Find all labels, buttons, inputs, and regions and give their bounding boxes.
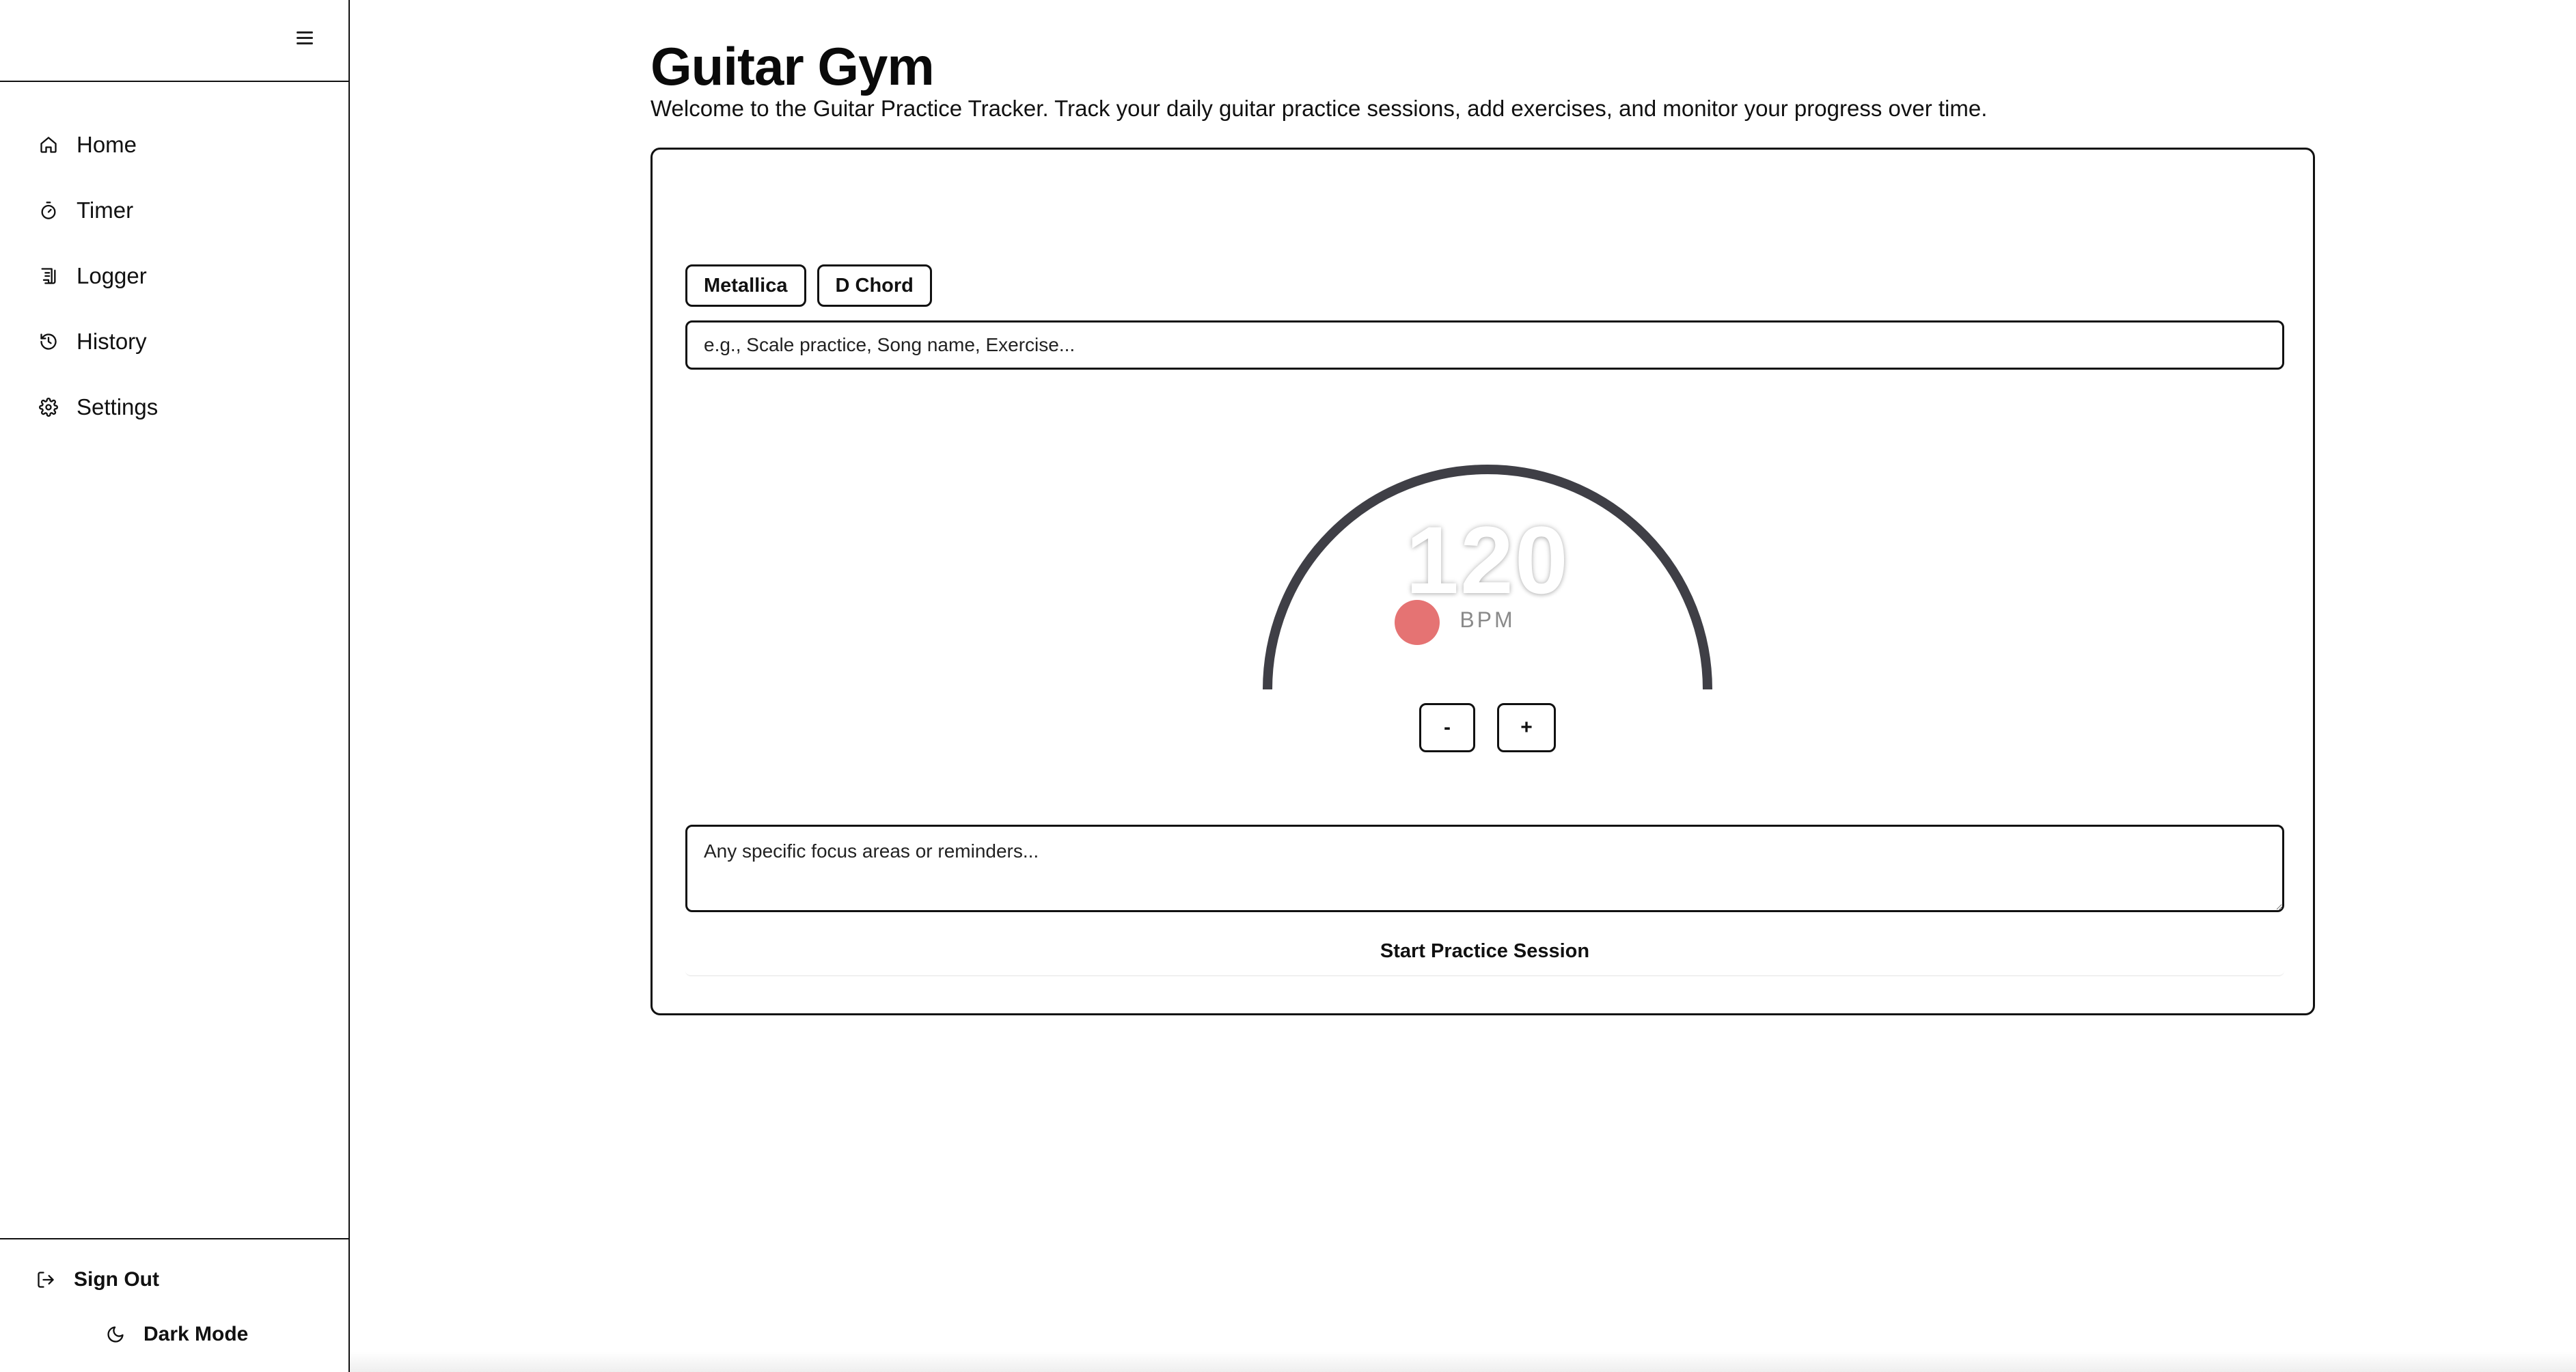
sidebar-item-label: Logger [77, 263, 147, 288]
dark-mode-toggle[interactable]: Dark Mode [105, 1323, 248, 1346]
bpm-value: 120 [1406, 506, 1570, 614]
exercise-input[interactable] [685, 320, 2284, 370]
sidebar-item-label: History [77, 329, 147, 354]
sidebar-footer: Sign Out Dark Mode [0, 1238, 348, 1372]
start-practice-button[interactable]: Start Practice Session [685, 927, 2284, 976]
tempo-stepper: - + [1419, 703, 1556, 752]
sidebar-item-timer[interactable]: Timer [0, 178, 348, 243]
sidebar-item-home[interactable]: Home [0, 112, 348, 178]
sign-out-label: Sign Out [74, 1268, 159, 1291]
gear-icon [38, 397, 59, 417]
tag-d-chord[interactable]: D Chord [817, 264, 932, 307]
page-description: Welcome to the Guitar Practice Tracker. … [650, 96, 1988, 121]
tag-metallica[interactable]: Metallica [685, 264, 806, 307]
sidebar-item-history[interactable]: History [0, 309, 348, 374]
sidebar-item-label: Timer [77, 197, 134, 223]
scroll-icon [38, 266, 59, 286]
tempo-dial[interactable]: 120 BPM [1255, 443, 1720, 696]
page-title: Guitar Gym [650, 36, 935, 96]
history-icon [38, 331, 59, 352]
bottom-shadow [350, 1352, 2576, 1372]
increment-button[interactable]: + [1497, 703, 1556, 752]
decrement-button[interactable]: - [1419, 703, 1475, 752]
dark-mode-label: Dark Mode [143, 1323, 249, 1345]
hamburger-icon[interactable] [297, 27, 317, 48]
sidebar-item-logger[interactable]: Logger [0, 243, 348, 309]
notes-textarea[interactable] [685, 825, 2284, 912]
sidebar-item-settings[interactable]: Settings [0, 374, 348, 440]
moon-icon [105, 1324, 126, 1345]
sidebar-header [0, 0, 348, 82]
sidebar-item-label: Settings [77, 394, 159, 420]
exercise-tags: Metallica D Chord [685, 264, 932, 307]
sidebar: Home Timer Logger History Settings Sign … [0, 0, 350, 1372]
sign-out-button[interactable]: Sign Out [36, 1268, 159, 1291]
home-icon [38, 135, 59, 155]
bpm-unit: BPM [1460, 607, 1516, 632]
stopwatch-icon [38, 200, 59, 221]
sidebar-item-label: Home [77, 132, 137, 157]
sidebar-nav: Home Timer Logger History Settings [0, 112, 348, 440]
practice-card: Metallica D Chord 120 BPM - + Start Prac… [650, 148, 2315, 1015]
log-out-icon [36, 1270, 56, 1290]
